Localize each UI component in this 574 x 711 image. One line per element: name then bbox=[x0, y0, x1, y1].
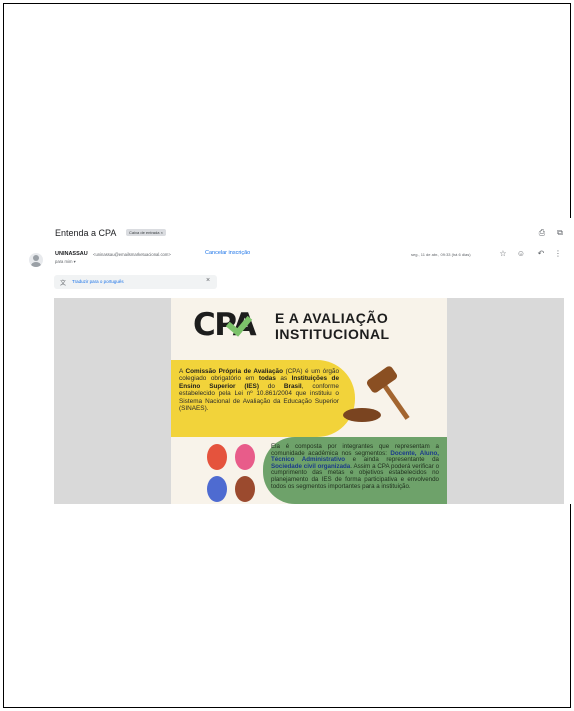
sender-email: <uninassau@emailsmarketuacional.com> bbox=[93, 252, 171, 257]
cpa-poster-image: CPA E A AVALIAÇÃO INSTITUCIONAL A Comiss… bbox=[171, 298, 447, 504]
emoji-icon[interactable]: ☺ bbox=[516, 249, 526, 259]
gavel-handle-icon bbox=[381, 382, 410, 420]
page-frame: Entenda a CPA Caixa de entrada × ⎙ ⧉ UNI… bbox=[3, 3, 574, 708]
translate-close-button[interactable]: × bbox=[206, 277, 210, 284]
poster-paragraph-2: Ela é composta por integrantes que repre… bbox=[271, 443, 440, 490]
gmail-email-view: Entenda a CPA Caixa de entrada × ⎙ ⧉ UNI… bbox=[21, 218, 574, 504]
unsubscribe-link[interactable]: Cancelar inscrição bbox=[205, 250, 250, 256]
inbox-label-chip[interactable]: Caixa de entrada × bbox=[126, 229, 166, 236]
poster-title-line1: E A AVALIAÇÃO bbox=[275, 310, 389, 326]
gavel-icon bbox=[365, 364, 399, 395]
recipient-dropdown[interactable]: para mim ▾ bbox=[55, 259, 76, 264]
person-icon-3 bbox=[207, 476, 227, 502]
open-in-new-icon[interactable]: ⧉ bbox=[555, 228, 565, 238]
poster-paragraph-1: A Comissão Própria de Avaliação (CPA) é … bbox=[179, 368, 339, 413]
email-date: seg., 11 de abr., 09:33 (há 6 dias) bbox=[411, 252, 471, 257]
sender-avatar bbox=[29, 253, 43, 267]
email-body: CPA E A AVALIAÇÃO INSTITUCIONAL A Comiss… bbox=[54, 298, 564, 504]
sender-name: UNINASSAU bbox=[55, 251, 88, 257]
translate-icon: 文 bbox=[60, 281, 67, 287]
translate-link[interactable]: Traduzir para o português bbox=[72, 279, 124, 284]
person-icon-2 bbox=[235, 444, 255, 470]
star-icon[interactable]: ☆ bbox=[498, 249, 508, 259]
print-icon[interactable]: ⎙ bbox=[537, 228, 547, 238]
gavel-base-icon bbox=[343, 408, 381, 422]
translate-bar: 文 Traduzir para o português × bbox=[54, 275, 217, 289]
poster-title-line2: INSTITUCIONAL bbox=[275, 326, 390, 342]
email-subject: Entenda a CPA bbox=[55, 228, 117, 238]
person-icon-1 bbox=[207, 444, 227, 470]
more-vert-icon[interactable]: ⋮ bbox=[553, 249, 563, 259]
reply-icon[interactable]: ↶ bbox=[536, 249, 546, 259]
person-icon-4 bbox=[235, 476, 255, 502]
